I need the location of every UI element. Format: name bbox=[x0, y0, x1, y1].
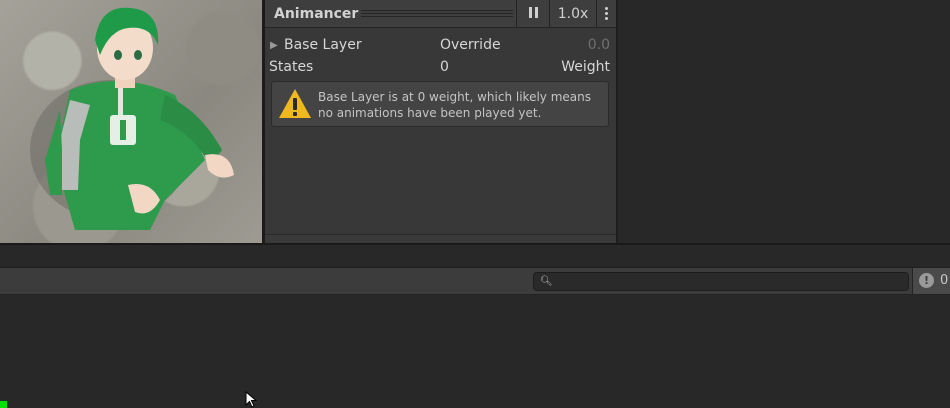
kebab-menu-icon bbox=[605, 7, 608, 20]
foldout-triangle-icon[interactable]: ▶ bbox=[270, 40, 278, 51]
layer-name: Base Layer bbox=[284, 37, 362, 53]
header-grip bbox=[361, 10, 513, 18]
error-count: 0 bbox=[940, 273, 949, 288]
animancer-header: Animancer 1.0x bbox=[265, 0, 616, 28]
speed-button[interactable]: 1.0x bbox=[549, 0, 596, 27]
console-tab-strip bbox=[0, 245, 950, 268]
warning-icon bbox=[279, 89, 311, 118]
speed-label: 1.0x bbox=[557, 5, 589, 22]
search-icon: 🔍︎ bbox=[540, 276, 553, 287]
states-row: States 0 Weight bbox=[265, 57, 616, 79]
options-menu-button[interactable] bbox=[596, 0, 616, 27]
pause-button[interactable] bbox=[516, 0, 549, 27]
states-label: States bbox=[269, 59, 314, 75]
mouse-cursor-icon bbox=[245, 391, 258, 408]
animancer-panel: Animancer 1.0x ▶ Base Layer Override 0.0… bbox=[265, 0, 616, 244]
states-count: 0 bbox=[440, 59, 449, 75]
warning-message: Base Layer is at 0 weight, which likely … bbox=[318, 90, 591, 120]
error-icon: ! bbox=[919, 273, 934, 288]
warning-box: Base Layer is at 0 weight, which likely … bbox=[271, 81, 609, 127]
empty-panel bbox=[616, 0, 950, 243]
layer-row[interactable]: ▶ Base Layer Override 0.0 bbox=[265, 35, 616, 57]
scene-view[interactable] bbox=[0, 0, 262, 243]
status-indicator bbox=[0, 401, 7, 408]
layer-weight: 0.0 bbox=[587, 37, 610, 53]
weight-label: Weight bbox=[561, 59, 610, 75]
character-model bbox=[30, 7, 234, 230]
search-input[interactable]: 🔍︎ bbox=[533, 272, 909, 291]
error-filter-toggle[interactable]: ! 0 bbox=[912, 268, 950, 294]
pause-icon bbox=[527, 6, 539, 22]
console-toolbar: 🔍︎ ! 0 bbox=[0, 268, 950, 295]
panel-title: Animancer bbox=[274, 6, 359, 22]
console-log-area[interactable] bbox=[0, 295, 950, 408]
layer-mode: Override bbox=[440, 37, 501, 53]
